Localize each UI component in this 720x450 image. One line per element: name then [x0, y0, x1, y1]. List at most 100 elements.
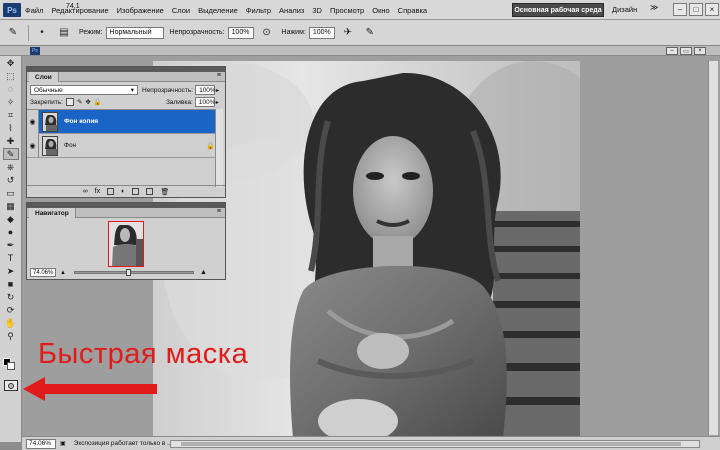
- doc-close-icon[interactable]: ×: [694, 47, 706, 55]
- shape-tool-icon[interactable]: ■: [3, 278, 19, 290]
- layer-row-copy[interactable]: ◉ Фон копия: [27, 109, 223, 134]
- horizontal-scrollbar[interactable]: [170, 440, 700, 448]
- menu-help[interactable]: Справка: [394, 6, 431, 15]
- opacity-label: Непрозрачность:: [169, 29, 225, 36]
- layer-row-background[interactable]: ◉ Фон 🔒: [27, 133, 223, 158]
- pressure-opacity-icon[interactable]: ⊙: [258, 25, 276, 41]
- healing-tool-icon[interactable]: ✚: [3, 135, 19, 147]
- more-workspaces-icon[interactable]: ≫: [650, 3, 658, 12]
- menu-view[interactable]: Просмотр: [326, 6, 368, 15]
- navigator-zoom-input[interactable]: 74.06%: [30, 268, 56, 277]
- design-workspace-link[interactable]: Дизайн: [612, 5, 637, 14]
- canvas-pasteboard-right: [580, 61, 720, 438]
- eye-icon[interactable]: ◉: [27, 109, 39, 134]
- lock-icon: 🔒: [206, 142, 215, 150]
- brush-tool-icon[interactable]: ✎: [2, 148, 19, 160]
- opacity-value: 100%: [231, 29, 250, 36]
- chevron-down-icon: ▾: [130, 87, 134, 94]
- menu-select[interactable]: Выделение: [194, 6, 242, 15]
- path-select-icon[interactable]: ➤: [3, 265, 19, 277]
- fill-input[interactable]: 100%: [194, 97, 215, 107]
- maximize-icon[interactable]: □: [689, 3, 703, 16]
- menu-layers[interactable]: Слои: [168, 6, 194, 15]
- airbrush-icon[interactable]: ✈: [339, 25, 357, 41]
- blend-row: Обычные ▾ Непрозрачность: 100% ▸: [27, 84, 225, 96]
- hand-tool-icon[interactable]: ✋: [3, 317, 19, 329]
- tab-navigator[interactable]: Навигатор: [29, 208, 76, 218]
- background-color-swatch[interactable]: [7, 362, 15, 370]
- 3d-camera-icon[interactable]: ⟳: [3, 304, 19, 316]
- tab-layers[interactable]: Слои: [29, 72, 59, 82]
- zoom-mini-field[interactable]: 74,1: [66, 3, 80, 10]
- flow-input[interactable]: 100%: [308, 26, 335, 39]
- layers-scrollbar[interactable]: [215, 109, 223, 187]
- status-zoom-input[interactable]: 74.06%: [26, 438, 56, 449]
- document-tab-icon[interactable]: Ps: [30, 47, 40, 55]
- new-layer-icon[interactable]: [146, 188, 154, 195]
- scroll-thumb[interactable]: [181, 442, 681, 446]
- pressure-size-icon[interactable]: ✎: [361, 25, 379, 41]
- eyedropper-tool-icon[interactable]: ⌇: [3, 122, 19, 134]
- mode-select[interactable]: Нормальный: [105, 26, 164, 39]
- add-mask-icon[interactable]: [107, 188, 115, 195]
- quick-select-icon[interactable]: ✧: [3, 96, 19, 108]
- doc-minimize-icon[interactable]: –: [666, 47, 678, 55]
- slider-knob[interactable]: [125, 269, 131, 276]
- fx-icon[interactable]: fx: [95, 188, 100, 195]
- navigator-zoom-slider[interactable]: [73, 269, 194, 276]
- trash-icon[interactable]: 🗑: [160, 188, 169, 196]
- menu-image[interactable]: Изображение: [113, 6, 168, 15]
- blur-tool-icon[interactable]: ◆: [3, 213, 19, 225]
- opacity-input[interactable]: 100%: [227, 26, 254, 39]
- gradient-tool-icon[interactable]: ▦: [3, 200, 19, 212]
- menu-file[interactable]: Файл: [21, 6, 47, 15]
- menu-3d[interactable]: 3D: [308, 6, 326, 15]
- close-icon[interactable]: ×: [705, 3, 719, 16]
- minimize-icon[interactable]: –: [673, 3, 687, 16]
- layer-opacity-input[interactable]: 100%: [195, 85, 216, 95]
- doc-restore-icon[interactable]: ▭: [680, 47, 692, 55]
- crop-tool-icon[interactable]: ⌗: [3, 109, 19, 121]
- eye-icon[interactable]: ◉: [27, 133, 39, 158]
- history-brush-icon[interactable]: ↺: [3, 174, 19, 186]
- pen-tool-icon[interactable]: ✒: [3, 239, 19, 251]
- panel-menu-icon[interactable]: ≡: [217, 208, 221, 215]
- app-bar: Ps Файл Редактирование Изображение Слои …: [0, 0, 720, 20]
- zoom-tool-icon[interactable]: ⚲: [3, 330, 19, 342]
- stamp-tool-icon[interactable]: ⎈: [3, 161, 19, 173]
- menu-edit[interactable]: Редактирование: [47, 6, 112, 15]
- brush-size-icon[interactable]: •: [33, 25, 51, 41]
- lock-transparent-icon[interactable]: [65, 98, 74, 106]
- dodge-tool-icon[interactable]: ●: [3, 226, 19, 238]
- blend-mode-select[interactable]: Обычные ▾: [30, 85, 138, 95]
- eraser-tool-icon[interactable]: ▭: [3, 187, 19, 199]
- link-layers-icon[interactable]: ∞: [83, 188, 88, 195]
- marquee-tool-icon[interactable]: ⬚: [3, 70, 19, 82]
- zoom-out-icon[interactable]: ▲: [60, 270, 66, 276]
- new-group-icon[interactable]: [132, 188, 140, 195]
- lasso-tool-icon[interactable]: ◌: [3, 83, 19, 95]
- workspace-button[interactable]: Основная рабочая среда: [512, 3, 604, 17]
- lock-position-icon[interactable]: ✥: [85, 98, 90, 106]
- move-tool-icon[interactable]: ✥: [3, 57, 19, 69]
- zoom-in-icon[interactable]: ▲: [200, 269, 207, 276]
- vertical-scrollbar[interactable]: [708, 61, 718, 435]
- brush-tool-preset-icon[interactable]: ✎: [4, 25, 22, 41]
- status-info-icon[interactable]: ▣: [60, 440, 66, 447]
- fill-arrow-icon[interactable]: ▸: [216, 99, 219, 106]
- quick-mask-icon[interactable]: [4, 380, 18, 391]
- panel-menu-icon[interactable]: ≡: [217, 72, 221, 79]
- flow-value: 100%: [312, 29, 331, 36]
- brush-panel-icon[interactable]: ▤: [55, 25, 73, 41]
- type-tool-icon[interactable]: T: [3, 252, 19, 264]
- navigator-view-frame[interactable]: [108, 221, 144, 267]
- lock-image-icon[interactable]: ✎: [77, 98, 82, 106]
- lock-all-icon[interactable]: 🔒: [94, 98, 102, 106]
- adjustment-layer-icon[interactable]: ◐: [121, 188, 125, 195]
- navigator-thumbnail[interactable]: [108, 221, 144, 267]
- menu-window[interactable]: Окно: [368, 6, 393, 15]
- 3d-rotate-icon[interactable]: ↻: [3, 291, 19, 303]
- menu-filter[interactable]: Фильтр: [242, 6, 275, 15]
- opacity-arrow-icon[interactable]: ▸: [216, 87, 219, 94]
- menu-analysis[interactable]: Анализ: [275, 6, 308, 15]
